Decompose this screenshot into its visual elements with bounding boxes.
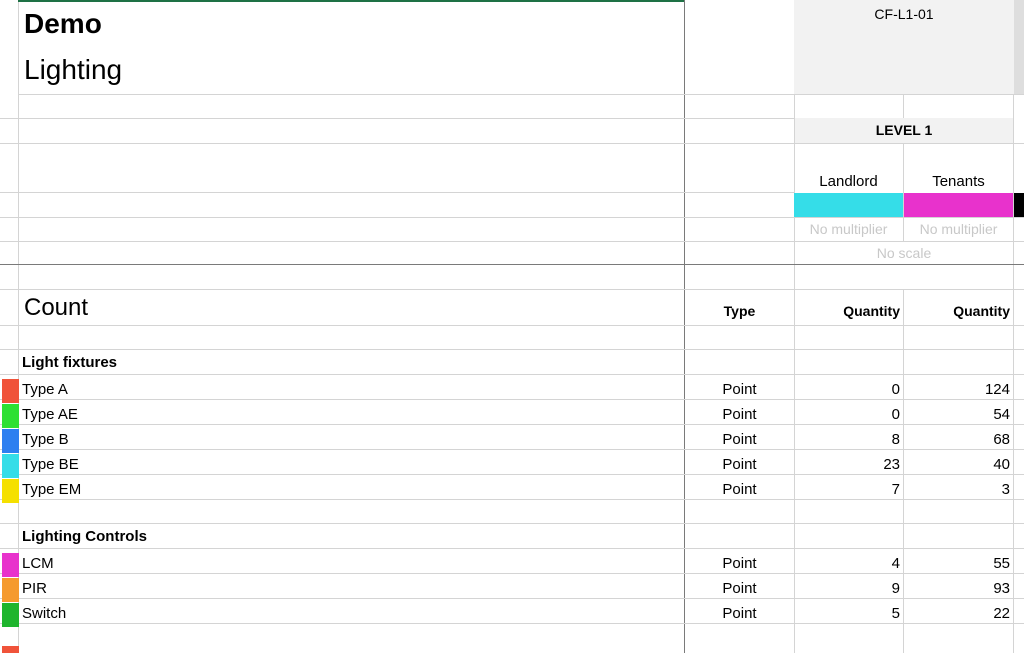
section-title: Count: [24, 294, 89, 321]
level-label: LEVEL 1: [875, 122, 933, 138]
row-label: Type AE: [22, 406, 78, 423]
row-type: Point: [722, 456, 757, 473]
row-type: Point: [722, 580, 757, 597]
color-swatch: [2, 404, 19, 428]
column-tenants[interactable]: Tenants: [904, 173, 1013, 190]
page-subtitle: Lighting: [24, 54, 123, 85]
sheet-code: CF-L1-01: [874, 6, 934, 22]
color-swatch: [2, 553, 19, 577]
tenants-multiplier: No multiplier: [919, 221, 998, 237]
row-type: Point: [722, 381, 757, 398]
grid-line: [0, 523, 1024, 524]
grid-line: [0, 118, 794, 119]
tenants-quantity[interactable]: 54: [904, 406, 1010, 423]
scale-label: No scale: [876, 245, 932, 261]
grid-line: [0, 325, 1024, 326]
color-swatch: [2, 578, 19, 602]
table-row[interactable]: Type A Point 0 124: [0, 379, 1024, 404]
column-landlord[interactable]: Landlord: [794, 173, 903, 190]
grid-line: [0, 217, 1024, 218]
landlord-quantity[interactable]: 23: [794, 456, 900, 473]
grid-line: [903, 94, 904, 118]
landlord-quantity-header: Quantity: [843, 303, 900, 319]
color-swatch: [2, 429, 19, 453]
landlord-quantity[interactable]: 7: [794, 481, 900, 498]
landlord-quantity[interactable]: 9: [794, 580, 900, 597]
row-type: Point: [722, 481, 757, 498]
color-swatch: [2, 379, 19, 403]
row-type: Point: [722, 406, 757, 423]
extra-color-bar: [1014, 193, 1024, 217]
row-label: Type BE: [22, 456, 79, 473]
grid-line: [0, 264, 1024, 265]
page-title: Demo: [24, 8, 102, 39]
landlord-quantity[interactable]: 5: [794, 605, 900, 622]
group-title: Lighting Controls: [22, 528, 147, 545]
table-row[interactable]: LCM Point 4 55: [0, 553, 1024, 578]
swatch-partial: [2, 646, 19, 653]
tenants-quantity[interactable]: 3: [904, 481, 1010, 498]
tenants-color-bar: [904, 193, 1013, 217]
table-row[interactable]: Switch Point 5 22: [0, 603, 1024, 628]
color-swatch: [2, 479, 19, 503]
grid-line: [0, 374, 1024, 375]
landlord-color-bar: [794, 193, 903, 217]
table-row[interactable]: PIR Point 9 93: [0, 578, 1024, 603]
grid-line: [0, 548, 1024, 549]
grid-line: [18, 94, 1024, 95]
grid-line: [0, 192, 794, 193]
row-label: PIR: [22, 580, 48, 597]
tenants-quantity[interactable]: 22: [904, 605, 1010, 622]
row-label: Type EM: [22, 481, 82, 498]
row-label: Type A: [22, 381, 68, 398]
table-row[interactable]: Type EM Point 7 3: [0, 479, 1024, 504]
tenants-quantity[interactable]: 68: [904, 431, 1010, 448]
tenants-quantity[interactable]: 40: [904, 456, 1010, 473]
landlord-quantity[interactable]: 0: [794, 406, 900, 423]
tenants-quantity[interactable]: 93: [904, 580, 1010, 597]
row-type: Point: [722, 555, 757, 572]
table-row[interactable]: Type AE Point 0 54: [0, 404, 1024, 429]
color-swatch: [2, 603, 19, 627]
table-row[interactable]: Type B Point 8 68: [0, 429, 1024, 454]
type-header: Type: [723, 303, 756, 319]
tenants-quantity[interactable]: 55: [904, 555, 1010, 572]
grid-line: [0, 349, 1024, 350]
landlord-quantity[interactable]: 8: [794, 431, 900, 448]
grid-line: [0, 241, 1024, 242]
selection-border: [18, 0, 684, 2]
row-label: Switch: [22, 605, 67, 622]
landlord-quantity[interactable]: 0: [794, 381, 900, 398]
tenants-quantity-header: Quantity: [953, 303, 1010, 319]
row-label: Type B: [22, 431, 69, 448]
color-swatch: [2, 454, 19, 478]
landlord-quantity[interactable]: 4: [794, 555, 900, 572]
row-type: Point: [722, 605, 757, 622]
landlord-multiplier: No multiplier: [809, 221, 888, 237]
grid-line: [0, 289, 1024, 290]
row-type: Point: [722, 431, 757, 448]
column-edge: [1014, 0, 1024, 94]
table-row[interactable]: Type BE Point 23 40: [0, 454, 1024, 479]
row-label: LCM: [22, 555, 54, 572]
grid-line: [0, 143, 1024, 144]
tenants-quantity[interactable]: 124: [904, 381, 1010, 398]
group-title: Light fixtures: [22, 354, 118, 371]
